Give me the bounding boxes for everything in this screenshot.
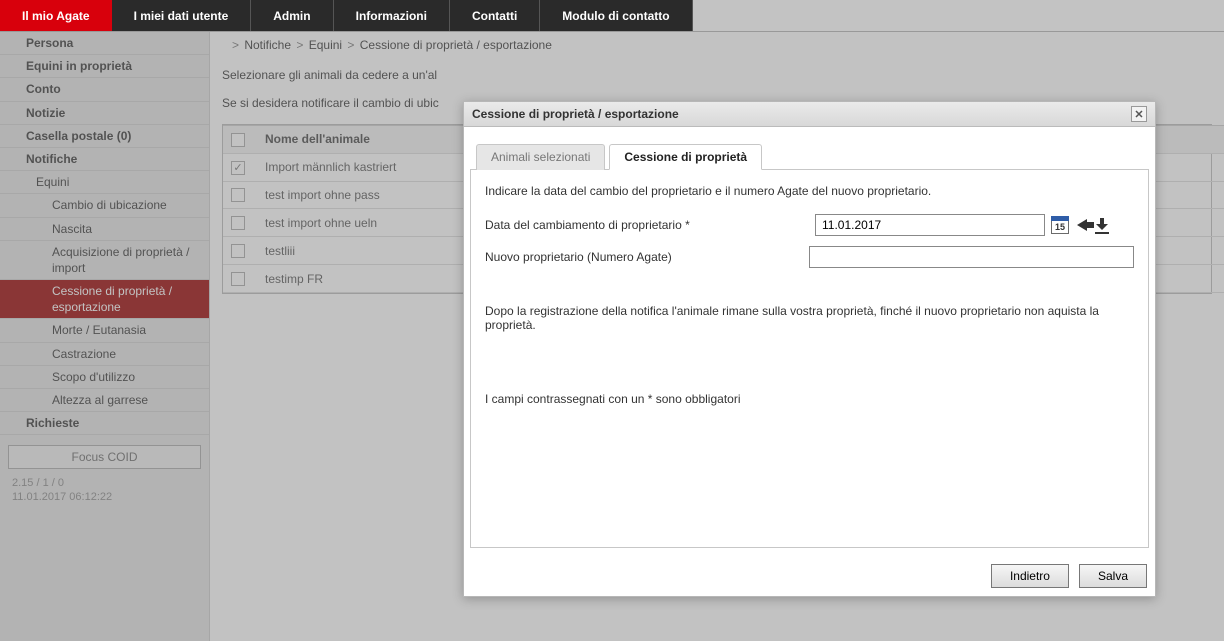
sidebar-item-0[interactable]: Persona — [0, 32, 209, 55]
version-info: 2.15 / 1 / 0 — [0, 475, 209, 489]
intro-line-1: Selezionare gli animali da cedere a un'a… — [222, 68, 1212, 82]
back-button[interactable]: Indietro — [991, 564, 1069, 588]
owner-input[interactable] — [809, 246, 1134, 268]
table-header-0 — [223, 126, 257, 154]
dialog-tabs: Animali selezionati Cessione di propriet… — [470, 143, 1149, 170]
breadcrumb: > Notifiche > Equini > Cessione di propr… — [220, 34, 1214, 62]
date-label: Data del cambiamento di proprietario * — [485, 218, 815, 232]
dialog-footer: Indietro Salva — [464, 554, 1155, 598]
download-icon[interactable] — [1095, 218, 1109, 232]
row-checkbox[interactable] — [231, 272, 245, 286]
close-icon[interactable]: ✕ — [1131, 106, 1147, 122]
sidebar-item-10[interactable]: Cessione di proprietà / esportazione — [0, 280, 209, 319]
sidebar-item-9[interactable]: Acquisizione di proprietà / import — [0, 241, 209, 280]
cell-check — [223, 181, 257, 209]
cell-check — [223, 153, 257, 181]
sidebar-item-12[interactable]: Castrazione — [0, 343, 209, 366]
cell-check — [223, 265, 257, 293]
dialog-body: Animali selezionati Cessione di propriet… — [464, 127, 1155, 554]
row-checkbox[interactable] — [231, 188, 245, 202]
sidebar: PersonaEquini in proprietàContoNotizieCa… — [0, 32, 210, 641]
topnav-filler — [693, 0, 1224, 31]
breadcrumb-item-1[interactable]: Equini — [309, 38, 346, 52]
focus-coid-button[interactable]: Focus COID — [8, 445, 201, 469]
tab-ownership-transfer[interactable]: Cessione di proprietà — [609, 144, 762, 170]
topnav-tab-1[interactable]: I miei dati utente — [112, 0, 252, 31]
breadcrumb-item-0[interactable]: Notifiche — [244, 38, 294, 52]
sidebar-item-13[interactable]: Scopo d'utilizzo — [0, 366, 209, 389]
sidebar-item-11[interactable]: Morte / Eutanasia — [0, 319, 209, 342]
breadcrumb-sep: > — [294, 38, 308, 52]
topnav-tab-3[interactable]: Informazioni — [334, 0, 450, 31]
sidebar-item-3[interactable]: Notizie — [0, 102, 209, 125]
breadcrumb-sep: > — [230, 38, 244, 52]
sidebar-item-15[interactable]: Richieste — [0, 412, 209, 435]
dialog-panel: Indicare la data del cambio del propriet… — [470, 170, 1149, 548]
calendar-icon[interactable]: 15 — [1051, 216, 1069, 234]
field-row-date: Data del cambiamento di proprietario * 1… — [485, 214, 1134, 236]
cell-check — [223, 209, 257, 237]
sidebar-item-7[interactable]: Cambio di ubicazione — [0, 194, 209, 217]
cell-check — [223, 237, 257, 265]
date-input[interactable] — [815, 214, 1045, 236]
select-all-checkbox[interactable] — [231, 133, 245, 147]
tab-selected-animals[interactable]: Animali selezionati — [476, 144, 605, 170]
topnav-tab-4[interactable]: Contatti — [450, 0, 540, 31]
required-note: I campi contrassegnati con un * sono obb… — [485, 392, 1134, 406]
topnav-tab-2[interactable]: Admin — [251, 0, 333, 31]
sidebar-item-1[interactable]: Equini in proprietà — [0, 55, 209, 78]
sidebar-item-4[interactable]: Casella postale (0) — [0, 125, 209, 148]
ownership-dialog: Cessione di proprietà / esportazione ✕ A… — [463, 101, 1156, 597]
row-checkbox[interactable] — [231, 161, 245, 175]
row-checkbox[interactable] — [231, 244, 245, 258]
sidebar-item-6[interactable]: Equini — [0, 171, 209, 194]
sidebar-item-14[interactable]: Altezza al garrese — [0, 389, 209, 412]
sidebar-item-2[interactable]: Conto — [0, 78, 209, 101]
topnav-tab-5[interactable]: Modulo di contatto — [540, 0, 692, 31]
owner-label: Nuovo proprietario (Numero Agate) — [485, 250, 809, 264]
save-button[interactable]: Salva — [1079, 564, 1147, 588]
field-row-owner: Nuovo proprietario (Numero Agate) — [485, 246, 1134, 268]
top-nav: Il mio AgateI miei dati utenteAdminInfor… — [0, 0, 1224, 32]
row-checkbox[interactable] — [231, 216, 245, 230]
dialog-intro: Indicare la data del cambio del propriet… — [485, 184, 1134, 198]
timestamp-info: 11.01.2017 06:12:22 — [0, 489, 209, 503]
breadcrumb-item-2[interactable]: Cessione di proprietà / esportazione — [360, 38, 552, 52]
sidebar-item-8[interactable]: Nascita — [0, 218, 209, 241]
arrow-left-icon[interactable] — [1077, 219, 1087, 231]
dialog-note: Dopo la registrazione della notifica l'a… — [485, 304, 1134, 332]
dialog-titlebar: Cessione di proprietà / esportazione ✕ — [464, 102, 1155, 127]
sidebar-item-5[interactable]: Notifiche — [0, 148, 209, 171]
dialog-title: Cessione di proprietà / esportazione — [472, 107, 679, 121]
topnav-tab-0[interactable]: Il mio Agate — [0, 0, 112, 31]
breadcrumb-sep: > — [345, 38, 359, 52]
